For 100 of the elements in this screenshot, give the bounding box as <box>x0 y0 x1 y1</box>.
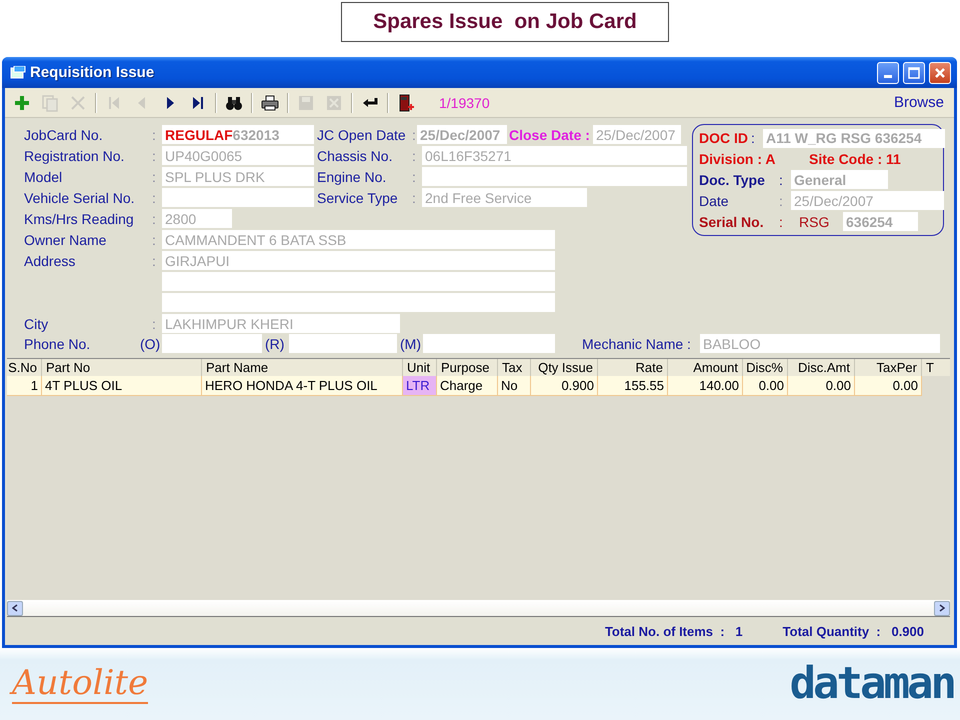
field-label: JobCard No. <box>24 126 104 142</box>
column-header[interactable]: T <box>922 359 950 376</box>
close-date-label: Close Date : <box>509 126 591 142</box>
colon-text: : <box>152 190 157 206</box>
field-label: (R) <box>265 336 286 352</box>
doc-id-label: DOC ID <box>699 130 749 146</box>
colon-text: : <box>412 190 417 206</box>
field-label: JC Open Date <box>317 126 407 142</box>
right-chevron-icon <box>939 604 945 612</box>
total-summary: Total Quantity : 0.900 <box>782 624 924 638</box>
column-header[interactable]: S.No <box>7 359 42 376</box>
table-cell[interactable]: 155.55 <box>598 376 668 396</box>
column-header[interactable]: Rate <box>598 359 668 376</box>
minimize-button[interactable] <box>877 62 899 84</box>
column-header[interactable]: Tax <box>498 359 531 376</box>
colon-text: : <box>412 168 417 184</box>
field-label: Registration No. <box>24 148 126 164</box>
site-code-text: Site Code : 11 <box>809 151 902 168</box>
text-field[interactable] <box>162 188 314 207</box>
window-app-icon <box>10 66 26 80</box>
right-logo: dataman <box>790 661 954 707</box>
colon-text: : <box>779 214 784 230</box>
table-cell[interactable]: 1 <box>7 376 42 396</box>
column-header[interactable]: TaxPer <box>855 359 922 376</box>
doc-type-label: Doc. Type <box>699 172 766 188</box>
column-header[interactable]: Unit <box>403 359 437 376</box>
table-cell[interactable]: LTR <box>403 376 437 396</box>
scroll-left-button[interactable] <box>7 600 23 616</box>
field-label: Phone No. <box>24 336 92 352</box>
colon-text: : <box>152 232 157 248</box>
field-label: Service Type <box>317 190 399 206</box>
colon-text: : <box>152 148 157 164</box>
cancel-save-icon <box>325 94 343 112</box>
table-cell[interactable]: HERO HONDA 4-T PLUS OIL <box>202 376 403 396</box>
left-logo: Autolite <box>12 664 148 704</box>
column-header[interactable]: Disc% <box>743 359 788 376</box>
close-button[interactable] <box>929 62 951 84</box>
printer-icon <box>261 94 279 112</box>
field-label: Model <box>24 168 64 184</box>
plus-icon <box>13 94 31 112</box>
address-field[interactable] <box>162 272 555 291</box>
column-header[interactable]: Amount <box>668 359 743 376</box>
field-label: Kms/Hrs Reading <box>24 210 135 226</box>
division-text: Division : A <box>699 151 776 168</box>
serial-prefix: RSG <box>799 214 830 230</box>
total-summary: Total No. of Items : 1 <box>604 624 743 638</box>
field-label: Owner Name <box>24 232 108 248</box>
colon-text: : <box>751 130 756 146</box>
text-field[interactable]: REGULAF632013 <box>162 125 314 144</box>
table-cell[interactable]: Charge <box>437 376 498 396</box>
colon-text: : <box>412 148 417 164</box>
text-field[interactable] <box>162 334 262 353</box>
column-header[interactable]: Disc.Amt <box>788 359 855 376</box>
colon-text: : <box>152 210 157 226</box>
column-header[interactable]: Purpose <box>437 359 498 376</box>
field-label: (M) <box>400 336 422 352</box>
field-label: Engine No. <box>317 168 388 184</box>
maximize-button[interactable] <box>903 62 925 84</box>
close-icon <box>934 66 946 78</box>
table-cell[interactable]: 0.900 <box>531 376 598 396</box>
left-chevron-icon <box>12 604 18 612</box>
delete-icon <box>69 94 87 112</box>
mode-label: Browse <box>894 94 944 111</box>
record-counter: 1/19370 <box>439 94 491 110</box>
colon-text: : <box>412 126 417 142</box>
table-cell[interactable]: No <box>498 376 531 396</box>
colon-text: : <box>779 192 784 209</box>
field-label: Address <box>24 252 76 268</box>
table-cell[interactable]: 140.00 <box>668 376 743 396</box>
column-header[interactable]: Qty Issue <box>531 359 598 376</box>
colon-text: : <box>152 252 157 268</box>
minimize-icon <box>884 75 892 78</box>
colon-text: : <box>152 168 157 184</box>
column-header[interactable]: Part Name <box>202 359 403 376</box>
text-field[interactable] <box>423 334 555 353</box>
column-header[interactable]: Part No <box>42 359 202 376</box>
exit-door-icon <box>397 94 415 112</box>
table-cell[interactable]: 0.00 <box>743 376 788 396</box>
field-label: (O) <box>140 336 162 352</box>
field-label: City <box>24 316 50 332</box>
text-field[interactable] <box>422 167 687 186</box>
copy-icon <box>41 94 59 112</box>
text-field[interactable] <box>289 334 397 353</box>
window-title: Requisition Issue <box>30 64 156 81</box>
field-label: Chassis No. <box>317 148 394 164</box>
table-cell[interactable]: 0.00 <box>855 376 922 396</box>
maximize-icon <box>908 66 920 78</box>
colon-text: : <box>779 172 784 188</box>
slide-title: Spares Issue on Job Card <box>341 2 669 42</box>
horizontal-scrollbar[interactable] <box>7 600 950 617</box>
date-label: Date <box>699 192 730 209</box>
address-field[interactable] <box>162 293 555 312</box>
serial-no-label: Serial No. <box>699 214 765 230</box>
colon-text: : <box>152 126 157 142</box>
colon-text: : <box>152 316 157 332</box>
field-label: Vehicle Serial No. <box>24 190 136 206</box>
field-label: Mechanic Name : <box>582 336 692 352</box>
scroll-right-button[interactable] <box>934 600 950 616</box>
table-cell[interactable]: 4T PLUS OIL <box>42 376 202 396</box>
table-cell[interactable]: 0.00 <box>788 376 855 396</box>
